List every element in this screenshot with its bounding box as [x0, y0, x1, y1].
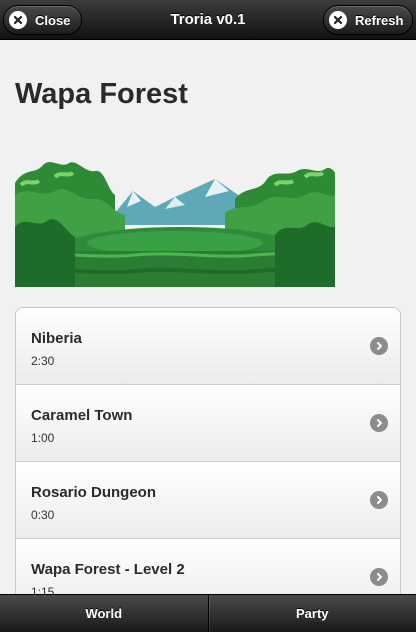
close-icon: [329, 11, 347, 29]
location-time: 1:00: [31, 431, 55, 445]
tab-bar: World Party: [0, 594, 416, 632]
page-title: Wapa Forest: [15, 78, 188, 110]
location-time: 2:30: [31, 354, 55, 368]
location-name: Rosario Dungeon: [31, 484, 157, 501]
location-name: Niberia: [31, 330, 82, 347]
list-item[interactable]: Niberia 2:30: [16, 308, 400, 385]
chevron-right-icon: [370, 491, 388, 509]
app-screen: Troria v0.1 Close Refresh Wapa Forest Ni…: [0, 0, 416, 632]
tab-party[interactable]: Party: [207, 595, 416, 632]
forest-banner-image: [15, 155, 335, 287]
location-time: 0:30: [31, 508, 55, 522]
chevron-right-icon: [370, 414, 388, 432]
list-item[interactable]: Rosario Dungeon 0:30: [16, 462, 400, 539]
refresh-button[interactable]: Refresh: [323, 5, 413, 35]
location-list: Niberia 2:30 Caramel Town 1:00 Rosario D…: [15, 307, 401, 627]
chevron-right-icon: [370, 337, 388, 355]
close-button[interactable]: Close: [3, 5, 82, 35]
refresh-button-label: Refresh: [355, 12, 404, 28]
location-name: Wapa Forest - Level 2: [31, 561, 185, 578]
header-bar: Troria v0.1 Close Refresh: [0, 0, 416, 40]
list-item[interactable]: Caramel Town 1:00: [16, 385, 400, 462]
tab-world[interactable]: World: [0, 595, 208, 632]
location-name: Caramel Town: [31, 407, 133, 424]
chevron-right-icon: [370, 568, 388, 586]
close-icon: [9, 11, 27, 29]
close-button-label: Close: [35, 12, 71, 28]
